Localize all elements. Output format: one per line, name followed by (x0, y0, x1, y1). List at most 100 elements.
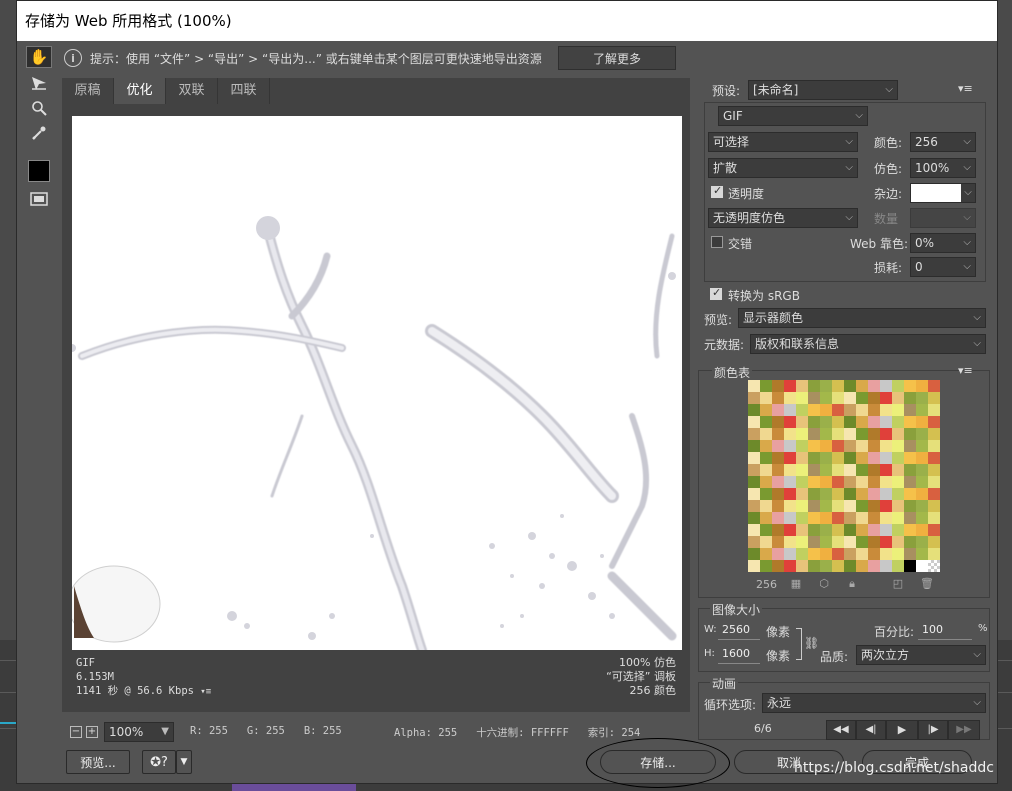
color-swatch[interactable] (868, 536, 880, 548)
color-swatch[interactable] (916, 440, 928, 452)
color-swatch[interactable] (808, 392, 820, 404)
color-swatch[interactable] (760, 560, 772, 572)
color-swatch[interactable] (784, 464, 796, 476)
color-swatch[interactable] (904, 464, 916, 476)
color-swatch[interactable] (880, 536, 892, 548)
colors-input[interactable]: 256 ⌵ (910, 132, 976, 152)
color-swatch[interactable] (784, 560, 796, 572)
color-swatch[interactable] (772, 452, 784, 464)
color-swatch[interactable] (892, 416, 904, 428)
color-swatch[interactable] (856, 404, 868, 416)
color-swatch[interactable] (868, 488, 880, 500)
color-swatch[interactable] (916, 452, 928, 464)
color-swatch[interactable] (748, 476, 760, 488)
color-swatch[interactable] (832, 464, 844, 476)
color-swatch[interactable] (868, 428, 880, 440)
eyedropper-color-swatch[interactable] (28, 160, 50, 182)
color-swatch[interactable] (784, 524, 796, 536)
color-swatch[interactable] (796, 476, 808, 488)
color-swatch[interactable] (904, 548, 916, 560)
color-swatch[interactable] (748, 488, 760, 500)
color-swatch[interactable] (760, 428, 772, 440)
color-swatch[interactable] (892, 380, 904, 392)
color-swatch[interactable] (808, 464, 820, 476)
color-swatch[interactable] (880, 440, 892, 452)
color-swatch[interactable] (892, 548, 904, 560)
color-swatch[interactable] (784, 416, 796, 428)
color-swatch[interactable] (808, 416, 820, 428)
color-swatch[interactable] (748, 464, 760, 476)
color-swatch[interactable] (880, 512, 892, 524)
color-swatch[interactable] (772, 464, 784, 476)
color-swatch[interactable] (928, 488, 940, 500)
color-swatch[interactable] (784, 488, 796, 500)
color-swatch[interactable] (844, 488, 856, 500)
color-swatch[interactable] (928, 512, 940, 524)
color-swatch[interactable] (868, 548, 880, 560)
color-swatch[interactable] (928, 440, 940, 452)
color-swatch[interactable] (916, 404, 928, 416)
color-swatch[interactable] (868, 416, 880, 428)
color-swatch[interactable] (820, 548, 832, 560)
color-swatch[interactable] (904, 404, 916, 416)
color-swatch[interactable] (868, 560, 880, 572)
color-swatch[interactable] (820, 500, 832, 512)
color-swatch[interactable] (904, 380, 916, 392)
color-swatch[interactable] (760, 488, 772, 500)
color-swatch[interactable] (868, 476, 880, 488)
color-table-menu-icon[interactable]: ▾≡ (958, 364, 973, 377)
color-swatch[interactable] (904, 452, 916, 464)
color-swatch[interactable] (880, 560, 892, 572)
color-swatch[interactable] (892, 500, 904, 512)
color-swatch[interactable] (760, 380, 772, 392)
tab-optimized[interactable]: 优化 (114, 78, 166, 104)
color-swatch[interactable] (892, 536, 904, 548)
color-swatch[interactable] (784, 428, 796, 440)
metadata-select[interactable]: 版权和联系信息 ⌵ (750, 334, 986, 354)
color-swatch[interactable] (748, 452, 760, 464)
color-swatch[interactable] (880, 488, 892, 500)
map-to-transparent-icon[interactable]: ▦ (790, 578, 802, 590)
color-swatch[interactable] (760, 416, 772, 428)
color-swatch[interactable] (748, 416, 760, 428)
color-swatch[interactable] (880, 392, 892, 404)
color-swatch[interactable] (760, 404, 772, 416)
color-swatch[interactable] (832, 476, 844, 488)
color-swatch[interactable] (748, 500, 760, 512)
percent-input[interactable]: 100 (918, 620, 972, 640)
color-swatch[interactable] (796, 392, 808, 404)
color-swatch[interactable] (880, 404, 892, 416)
color-swatch[interactable] (760, 524, 772, 536)
color-swatch[interactable] (844, 560, 856, 572)
color-swatch[interactable] (748, 560, 760, 572)
slice-select-tool-icon[interactable] (26, 72, 52, 94)
color-swatch[interactable] (808, 440, 820, 452)
color-swatch[interactable] (808, 560, 820, 572)
color-swatch[interactable] (904, 500, 916, 512)
dither-input[interactable]: 100% ⌵ (910, 158, 976, 178)
color-swatch[interactable] (856, 428, 868, 440)
color-swatch[interactable] (820, 416, 832, 428)
format-select[interactable]: GIF ⌵ (718, 106, 868, 126)
color-swatch[interactable] (868, 380, 880, 392)
color-swatch[interactable] (748, 380, 760, 392)
link-icon[interactable]: ⛓ (804, 636, 819, 650)
color-swatch[interactable] (844, 476, 856, 488)
color-swatch[interactable] (772, 548, 784, 560)
color-swatch[interactable] (916, 560, 928, 572)
color-swatch[interactable] (904, 440, 916, 452)
color-swatch[interactable] (844, 440, 856, 452)
zoom-tool-icon[interactable] (26, 97, 52, 119)
color-swatch[interactable] (856, 488, 868, 500)
color-swatch[interactable] (784, 404, 796, 416)
color-swatch[interactable] (772, 524, 784, 536)
color-swatch[interactable] (748, 512, 760, 524)
color-swatch[interactable] (796, 500, 808, 512)
color-swatch[interactable] (844, 500, 856, 512)
color-swatch[interactable] (796, 428, 808, 440)
color-swatch[interactable] (808, 536, 820, 548)
color-swatch[interactable] (808, 452, 820, 464)
color-swatch[interactable] (784, 500, 796, 512)
color-swatch[interactable] (892, 512, 904, 524)
color-swatch[interactable] (832, 392, 844, 404)
